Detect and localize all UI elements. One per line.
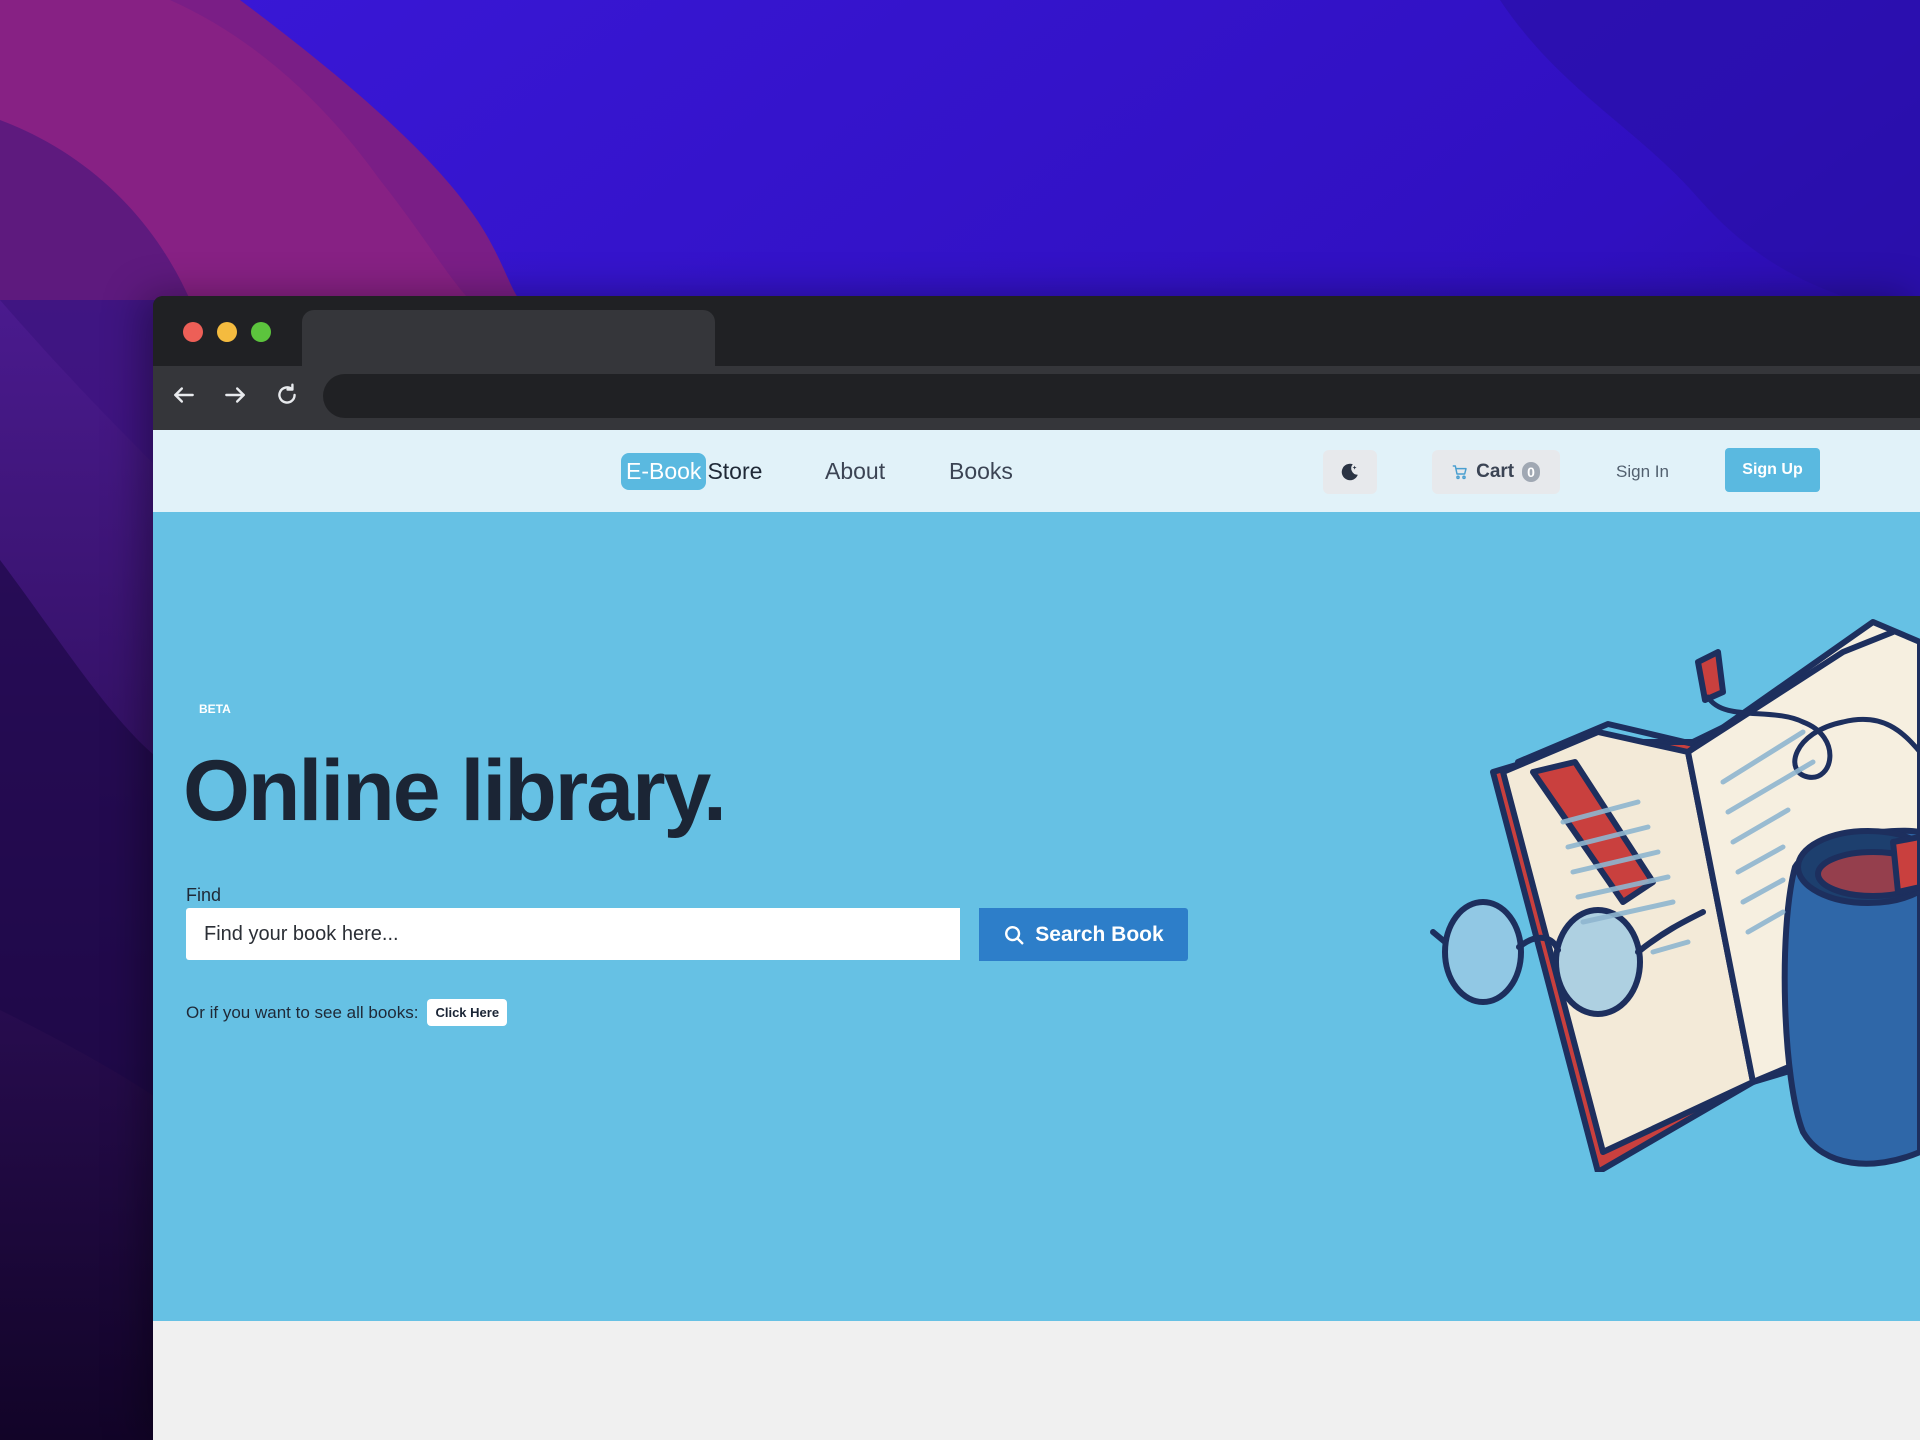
back-arrow-icon: [174, 387, 194, 403]
nav-link-books[interactable]: Books: [949, 458, 1013, 485]
minimize-window-button[interactable]: [217, 322, 237, 342]
nav-link-about[interactable]: About: [825, 458, 885, 485]
click-here-button[interactable]: Click Here: [427, 999, 508, 1026]
search-book-button[interactable]: Search Book: [979, 908, 1188, 961]
maximize-window-button[interactable]: [251, 322, 271, 342]
book-illustration: [1430, 619, 1920, 1172]
browser-window: E-Book Store About Books Cart 0 Sign In …: [153, 296, 1920, 1440]
hero-title: Online library.: [183, 743, 727, 839]
site-navbar: E-Book Store About Books Cart 0 Sign In …: [153, 430, 1920, 517]
sign-up-button[interactable]: Sign Up: [1725, 448, 1820, 492]
find-label: Find: [186, 885, 222, 905]
browser-titlebar: [153, 296, 1920, 368]
browser-tab[interactable]: [302, 310, 715, 368]
address-bar[interactable]: [323, 374, 1920, 418]
close-window-button[interactable]: [183, 322, 203, 342]
cart-label: Cart: [1476, 461, 1515, 482]
reload-button[interactable]: [270, 378, 304, 412]
brand-text: Store: [707, 457, 763, 484]
beta-badge: BETA: [199, 702, 231, 716]
forward-arrow-icon: [225, 387, 245, 403]
browser-toolbar: [153, 366, 1920, 430]
hero-section: BETA Online library. Find Search Book Or…: [153, 512, 1920, 1321]
brand-logo[interactable]: E-Book Store: [621, 452, 762, 490]
search-icon: [1005, 925, 1024, 944]
cart-icon: [1452, 465, 1467, 480]
brand-highlight: E-Book: [621, 452, 707, 490]
all-books-row: Or if you want to see all books: Click H…: [186, 999, 508, 1026]
moon-icon: [1341, 463, 1358, 481]
all-books-text: Or if you want to see all books:: [186, 1002, 419, 1022]
back-button[interactable]: [167, 378, 201, 412]
cart-button[interactable]: Cart 0: [1432, 450, 1560, 494]
sign-in-link[interactable]: Sign In: [1616, 462, 1669, 482]
forward-button[interactable]: [218, 378, 252, 412]
web-page: E-Book Store About Books Cart 0 Sign In …: [153, 430, 1920, 1440]
reload-icon: [278, 383, 296, 404]
search-book-label: Search Book: [1035, 922, 1164, 946]
book-search-input[interactable]: [186, 908, 960, 960]
cart-count-badge: 0: [1522, 462, 1540, 482]
theme-toggle-button[interactable]: [1323, 450, 1377, 494]
